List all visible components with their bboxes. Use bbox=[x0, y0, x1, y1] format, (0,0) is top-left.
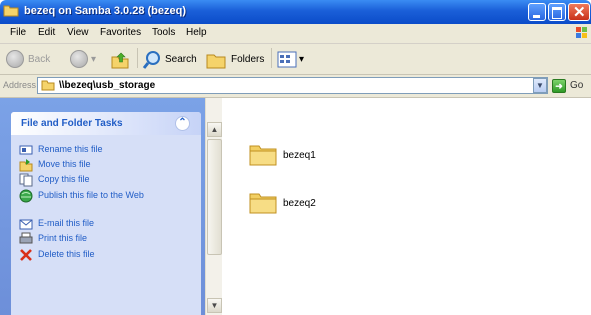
task-delete[interactable]: Delete this file bbox=[19, 248, 195, 262]
rename-icon bbox=[19, 145, 33, 155]
chevron-down-icon[interactable]: ▼ bbox=[533, 78, 547, 93]
back-arrow-icon bbox=[6, 50, 24, 68]
file-folder-tasks-panel: File and Folder Tasks ⌃ Rename this file bbox=[11, 112, 201, 315]
back-button[interactable]: Back bbox=[6, 50, 64, 70]
task-move[interactable]: Move this file bbox=[19, 158, 195, 172]
search-icon bbox=[142, 51, 160, 69]
address-bar: Address \\bezeq\usb_storage ▼ ➜ Go bbox=[0, 75, 591, 98]
views-button[interactable]: ▾ bbox=[277, 50, 309, 70]
task-pane-scrollbar[interactable]: ▲ ▼ bbox=[205, 98, 222, 315]
folder-icon bbox=[3, 5, 19, 17]
maximize-button[interactable] bbox=[548, 3, 566, 21]
toolbar-separator bbox=[137, 48, 138, 68]
explorer-window: bezeq on Samba 3.0.28 (bezeq) ✕ File Edi… bbox=[0, 0, 591, 315]
task-rename[interactable]: Rename this file bbox=[19, 143, 195, 157]
folders-label: Folders bbox=[231, 54, 265, 65]
folder-icon bbox=[249, 145, 277, 166]
title-bar[interactable]: bezeq on Samba 3.0.28 (bezeq) ✕ bbox=[0, 0, 591, 24]
menu-bar: File Edit View Favorites Tools Help bbox=[0, 24, 591, 44]
task-label: Copy this file bbox=[38, 174, 90, 184]
forward-arrow-icon bbox=[70, 50, 88, 68]
go-label[interactable]: Go bbox=[570, 80, 583, 91]
delete-icon bbox=[20, 249, 32, 261]
content-area: File and Folder Tasks ⌃ Rename this file bbox=[0, 98, 591, 315]
menu-view[interactable]: View bbox=[67, 27, 89, 38]
search-button[interactable]: Search bbox=[142, 50, 202, 70]
close-icon: ✕ bbox=[573, 4, 586, 21]
file-name: bezeq2 bbox=[283, 198, 316, 209]
printer-icon bbox=[19, 232, 33, 244]
close-button[interactable]: ✕ bbox=[568, 3, 590, 21]
globe-icon bbox=[19, 189, 33, 203]
task-label: E-mail this file bbox=[38, 218, 95, 228]
task-publish[interactable]: Publish this file to the Web bbox=[19, 189, 195, 213]
forward-dropdown-icon: ▾ bbox=[91, 54, 97, 65]
folder-icon bbox=[249, 193, 277, 214]
email-icon bbox=[19, 219, 33, 230]
tasks-title: File and Folder Tasks bbox=[21, 118, 123, 129]
task-label: Rename this file bbox=[38, 144, 103, 154]
minimize-button[interactable] bbox=[528, 3, 546, 21]
menu-help[interactable]: Help bbox=[186, 27, 207, 38]
menu-favorites[interactable]: Favorites bbox=[100, 27, 141, 38]
address-input[interactable]: \\bezeq\usb_storage bbox=[37, 77, 548, 94]
views-dropdown-icon: ▾ bbox=[299, 54, 305, 65]
task-pane: File and Folder Tasks ⌃ Rename this file bbox=[0, 98, 205, 315]
menu-file[interactable]: File bbox=[10, 27, 26, 38]
views-icon bbox=[277, 51, 297, 68]
forward-button[interactable]: ▾ bbox=[70, 50, 104, 70]
scroll-up-icon[interactable]: ▲ bbox=[207, 122, 222, 137]
file-item-bezeq1[interactable]: bezeq1 bbox=[249, 143, 369, 173]
file-item-bezeq2[interactable]: bezeq2 bbox=[249, 191, 369, 221]
task-label: Print this file bbox=[38, 233, 88, 243]
task-copy[interactable]: Copy this file bbox=[19, 173, 195, 187]
windows-logo-icon bbox=[576, 27, 587, 38]
move-icon bbox=[19, 159, 33, 172]
folder-icon bbox=[41, 80, 55, 91]
chevron-up-icon[interactable]: ⌃ bbox=[175, 116, 190, 131]
scroll-thumb[interactable] bbox=[207, 139, 222, 255]
menu-tools[interactable]: Tools bbox=[152, 27, 175, 38]
task-label: Delete this file bbox=[38, 249, 95, 259]
copy-icon bbox=[19, 173, 33, 187]
task-email[interactable]: E-mail this file bbox=[19, 217, 195, 231]
go-arrow-icon[interactable]: ➜ bbox=[552, 79, 566, 93]
task-label: Publish this file to the Web bbox=[38, 190, 144, 200]
toolbar: Back ▾ Search Folders ▾ bbox=[0, 44, 591, 75]
folders-button[interactable]: Folders bbox=[205, 50, 271, 70]
folders-icon bbox=[206, 54, 226, 69]
search-label: Search bbox=[165, 54, 197, 65]
address-value: \\bezeq\usb_storage bbox=[59, 80, 156, 91]
file-name: bezeq1 bbox=[283, 150, 316, 161]
task-print[interactable]: Print this file bbox=[19, 232, 195, 246]
up-folder-icon[interactable] bbox=[110, 50, 130, 70]
toolbar-separator bbox=[271, 48, 272, 68]
tasks-header[interactable]: File and Folder Tasks ⌃ bbox=[11, 112, 201, 135]
task-label: Move this file bbox=[38, 159, 91, 169]
window-title: bezeq on Samba 3.0.28 (bezeq) bbox=[24, 5, 186, 17]
back-label: Back bbox=[28, 54, 51, 65]
address-label: Address bbox=[3, 80, 37, 90]
scroll-down-icon[interactable]: ▼ bbox=[207, 298, 222, 313]
menu-edit[interactable]: Edit bbox=[38, 27, 55, 38]
